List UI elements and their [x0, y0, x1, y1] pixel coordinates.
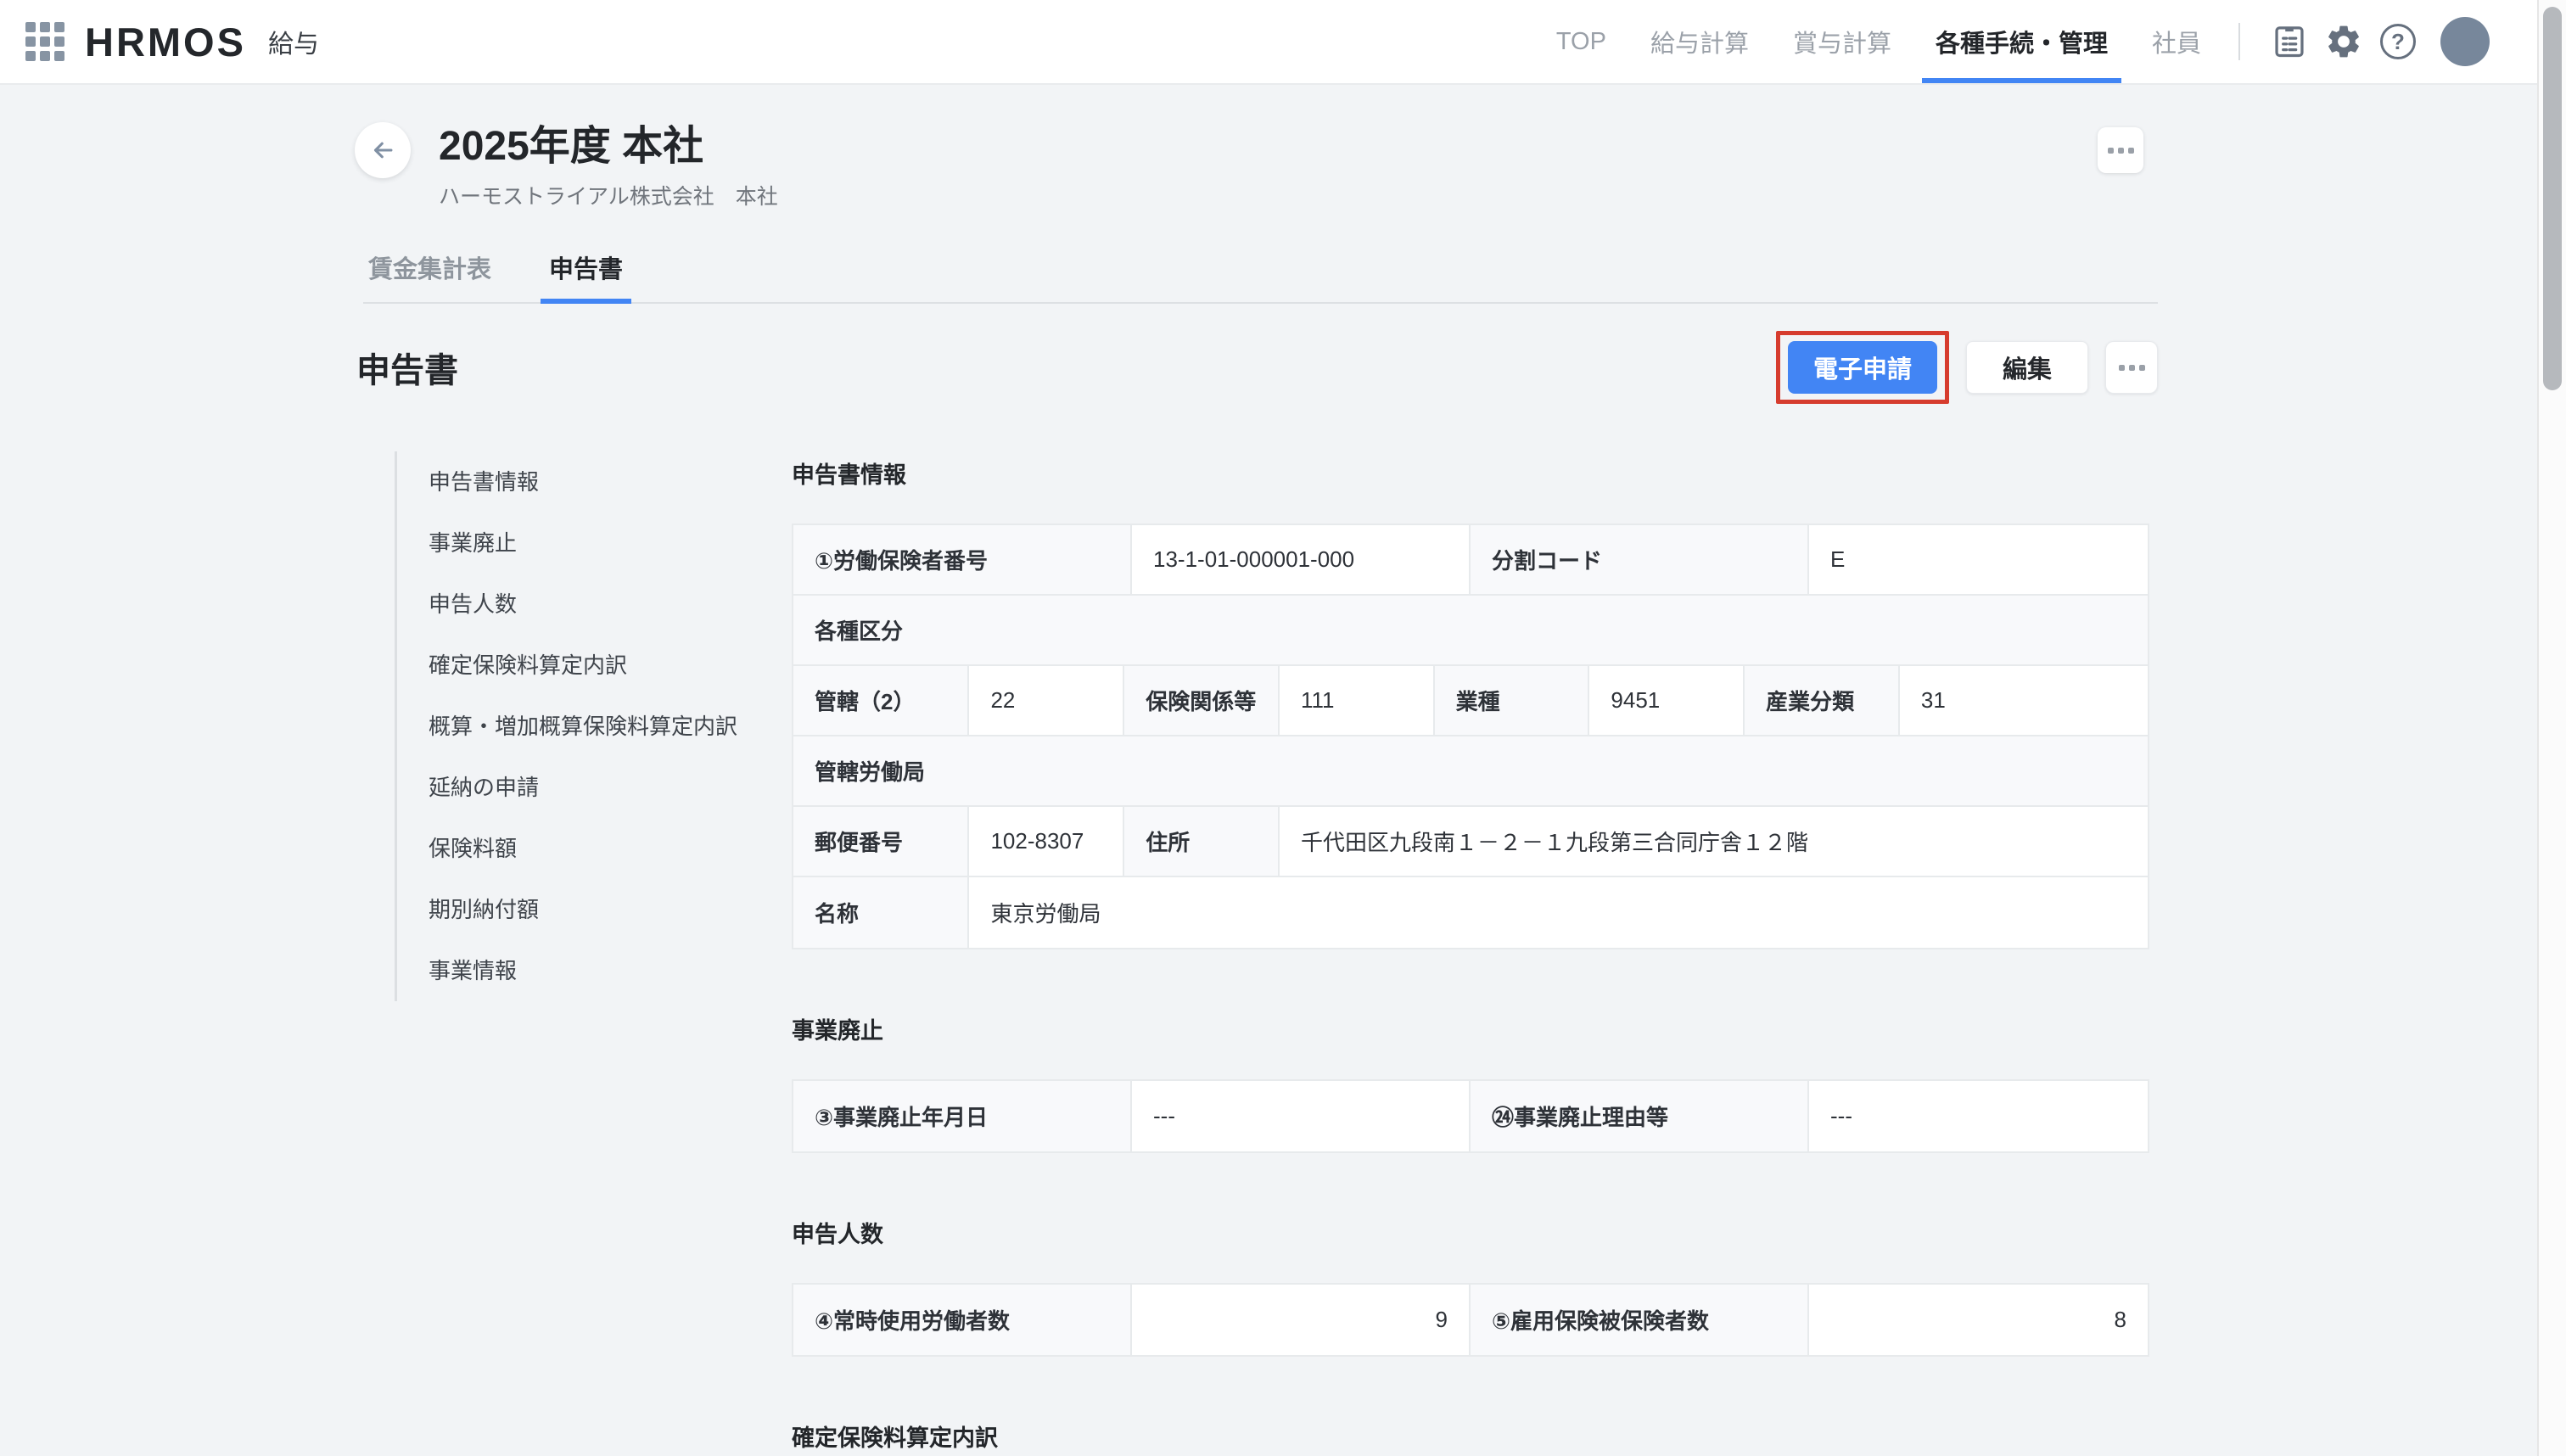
- toolbar-more-button[interactable]: [2105, 341, 2158, 394]
- page-subtitle: ハーモストライアル株式会社 本社: [439, 180, 2158, 210]
- value-insurance-relation: 111: [1280, 666, 1435, 735]
- table-row: 管轄（2） 22 保険関係等 111 業種 9451 産業分類 31: [793, 666, 2148, 736]
- nav-item-bonus[interactable]: 賞与計算: [1771, 0, 1913, 83]
- table-row: ①労働保険者番号 13-1-01-000001-000 分割コード E: [793, 525, 2148, 596]
- arrow-left-icon: [368, 136, 397, 165]
- value-jurisdiction: 22: [969, 666, 1124, 735]
- section-heading: 申告人数: [792, 1216, 2149, 1249]
- label-closure-reason: ㉔事業廃止理由等: [1471, 1081, 1809, 1151]
- sidebar-item-premium-amount[interactable]: 保険料額: [397, 818, 792, 879]
- label-labor-insurance-number: ①労働保険者番号: [793, 525, 1132, 594]
- value-labor-insurance-number: 13-1-01-000001-000: [1132, 525, 1471, 594]
- app-grid-icon[interactable]: [25, 22, 64, 61]
- value-industry-classification: 31: [1900, 666, 2144, 735]
- detail-panel: 申告書情報 ①労働保険者番号 13-1-01-000001-000 分割コード …: [792, 451, 2149, 1456]
- tab-wage-summary[interactable]: 賃金集計表: [363, 249, 496, 302]
- label-bureau-name: 名称: [793, 877, 969, 948]
- section-title: 申告書: [356, 343, 458, 392]
- page-header: 2025年度 本社 ハーモストライアル株式会社 本社: [355, 122, 2158, 210]
- sidebar-item-final-premium-breakdown[interactable]: 確定保険料算定内訳: [397, 635, 792, 696]
- declaration-info-table: ①労働保険者番号 13-1-01-000001-000 分割コード E 各種区分…: [792, 524, 2149, 949]
- table-subheader-row: 管轄労働局: [793, 736, 2148, 807]
- content-area: 申告書情報 事業廃止 申告人数 確定保険料算定内訳 概算・増加概算保険料算定内訳…: [395, 451, 2149, 1456]
- table-row: ③事業廃止年月日 --- ㉔事業廃止理由等 ---: [793, 1081, 2148, 1151]
- label-split-code: 分割コード: [1471, 525, 1809, 594]
- value-bureau-name: 東京労働局: [969, 877, 2148, 948]
- label-closure-date: ③事業廃止年月日: [793, 1081, 1132, 1151]
- table-row: ④常時使用労働者数 9 ⑤雇用保険被保険者数 8: [793, 1285, 2148, 1355]
- product-name: 給与: [268, 23, 319, 60]
- value-industry: 9451: [1589, 666, 1745, 735]
- tasks-board-icon[interactable]: [2262, 14, 2317, 69]
- value-postal-code: 102-8307: [969, 807, 1124, 876]
- page-body: 2025年度 本社 ハーモストライアル株式会社 本社 賃金集計表 申告書 申告書…: [0, 87, 2537, 1456]
- nav-divider: [2238, 23, 2240, 60]
- sidebar-item-declaration-info[interactable]: 申告書情報: [397, 451, 792, 512]
- top-bar: HRMOS 給与 TOP 給与計算 賞与計算 各種手続・管理 社員 ?: [0, 0, 2537, 85]
- section-final-premium-breakdown: 確定保険料算定内訳: [792, 1420, 2149, 1456]
- section-business-closure: 事業廃止 ③事業廃止年月日 --- ㉔事業廃止理由等 ---: [792, 1012, 2149, 1153]
- more-icon: [2119, 365, 2145, 371]
- help-icon[interactable]: ?: [2371, 14, 2425, 69]
- section-heading: 確定保険料算定内訳: [792, 1420, 2149, 1453]
- e-submit-button[interactable]: 電子申請: [1788, 341, 1937, 394]
- label-postal-code: 郵便番号: [793, 807, 969, 876]
- back-button[interactable]: [355, 122, 411, 178]
- nav-item-employees[interactable]: 社員: [2130, 0, 2223, 83]
- label-jurisdiction: 管轄（2）: [793, 666, 969, 735]
- sidebar-item-estimated-premium-breakdown[interactable]: 概算・増加概算保険料算定内訳: [397, 696, 792, 757]
- tab-declaration[interactable]: 申告書: [544, 249, 628, 302]
- section-sidebar: 申告書情報 事業廃止 申告人数 確定保険料算定内訳 概算・増加概算保険料算定内訳…: [395, 451, 792, 1456]
- section-declaration-info: 申告書情報 ①労働保険者番号 13-1-01-000001-000 分割コード …: [792, 456, 2149, 949]
- section-declared-headcount: 申告人数 ④常時使用労働者数 9 ⑤雇用保険被保険者数 8: [792, 1216, 2149, 1357]
- nav-item-procedures[interactable]: 各種手続・管理: [1913, 0, 2130, 83]
- top-nav: TOP 給与計算 賞与計算 各種手続・管理 社員 ?: [1534, 0, 2490, 83]
- edit-button[interactable]: 編集: [1966, 341, 2088, 394]
- subheader-category: 各種区分: [793, 596, 2148, 664]
- table-row: 名称 東京労働局: [793, 877, 2148, 948]
- sidebar-item-business-info[interactable]: 事業情報: [397, 940, 792, 1001]
- more-icon: [2108, 148, 2134, 154]
- value-insured-employees: 8: [1809, 1285, 2148, 1355]
- page-more-button[interactable]: [2098, 127, 2143, 173]
- value-regular-workers: 9: [1132, 1285, 1471, 1355]
- page-title: 2025年度 本社: [439, 122, 2158, 171]
- subheader-labor-bureau: 管轄労働局: [793, 736, 2148, 805]
- sidebar-item-declared-headcount[interactable]: 申告人数: [397, 574, 792, 635]
- annotation-highlight-box: 電子申請: [1776, 331, 1949, 404]
- label-insurance-relation: 保険関係等: [1124, 666, 1280, 735]
- toolbar-actions: 電子申請 編集: [1776, 331, 2158, 404]
- label-insured-employees: ⑤雇用保険被保険者数: [1471, 1285, 1809, 1355]
- value-split-code: E: [1809, 525, 2148, 594]
- tab-bar: 賃金集計表 申告書: [363, 249, 2158, 304]
- label-address: 住所: [1124, 807, 1280, 876]
- scrollbar-thumb[interactable]: [2543, 7, 2562, 390]
- table-subheader-row: 各種区分: [793, 596, 2148, 666]
- nav-item-top[interactable]: TOP: [1534, 0, 1628, 83]
- vertical-scrollbar: [2537, 0, 2566, 1456]
- value-address: 千代田区九段南１－２－１九段第三合同庁舎１２階: [1280, 807, 2148, 876]
- sidebar-item-deferred-payment[interactable]: 延納の申請: [397, 757, 792, 818]
- label-industry-classification: 産業分類: [1745, 666, 1900, 735]
- label-industry: 業種: [1435, 666, 1590, 735]
- user-avatar[interactable]: [2440, 17, 2490, 66]
- label-regular-workers: ④常時使用労働者数: [793, 1285, 1132, 1355]
- nav-item-payroll[interactable]: 給与計算: [1628, 0, 1771, 83]
- section-heading: 事業廃止: [792, 1012, 2149, 1045]
- business-closure-table: ③事業廃止年月日 --- ㉔事業廃止理由等 ---: [792, 1079, 2149, 1153]
- page-titles: 2025年度 本社 ハーモストライアル株式会社 本社: [439, 122, 2158, 210]
- table-row: 郵便番号 102-8307 住所 千代田区九段南１－２－１九段第三合同庁舎１２階: [793, 807, 2148, 877]
- section-heading: 申告書情報: [792, 456, 2149, 490]
- sidebar-item-installment-amount[interactable]: 期別納付額: [397, 879, 792, 940]
- hrmos-logo: HRMOS: [85, 19, 246, 65]
- value-closure-reason: ---: [1809, 1081, 2148, 1151]
- sidebar-item-business-closure[interactable]: 事業廃止: [397, 512, 792, 574]
- section-toolbar: 申告書 電子申請 編集: [356, 331, 2158, 404]
- brand: HRMOS 給与: [25, 19, 319, 65]
- headcount-table: ④常時使用労働者数 9 ⑤雇用保険被保険者数 8: [792, 1283, 2149, 1357]
- value-closure-date: ---: [1132, 1081, 1471, 1151]
- settings-gear-icon[interactable]: [2317, 14, 2371, 69]
